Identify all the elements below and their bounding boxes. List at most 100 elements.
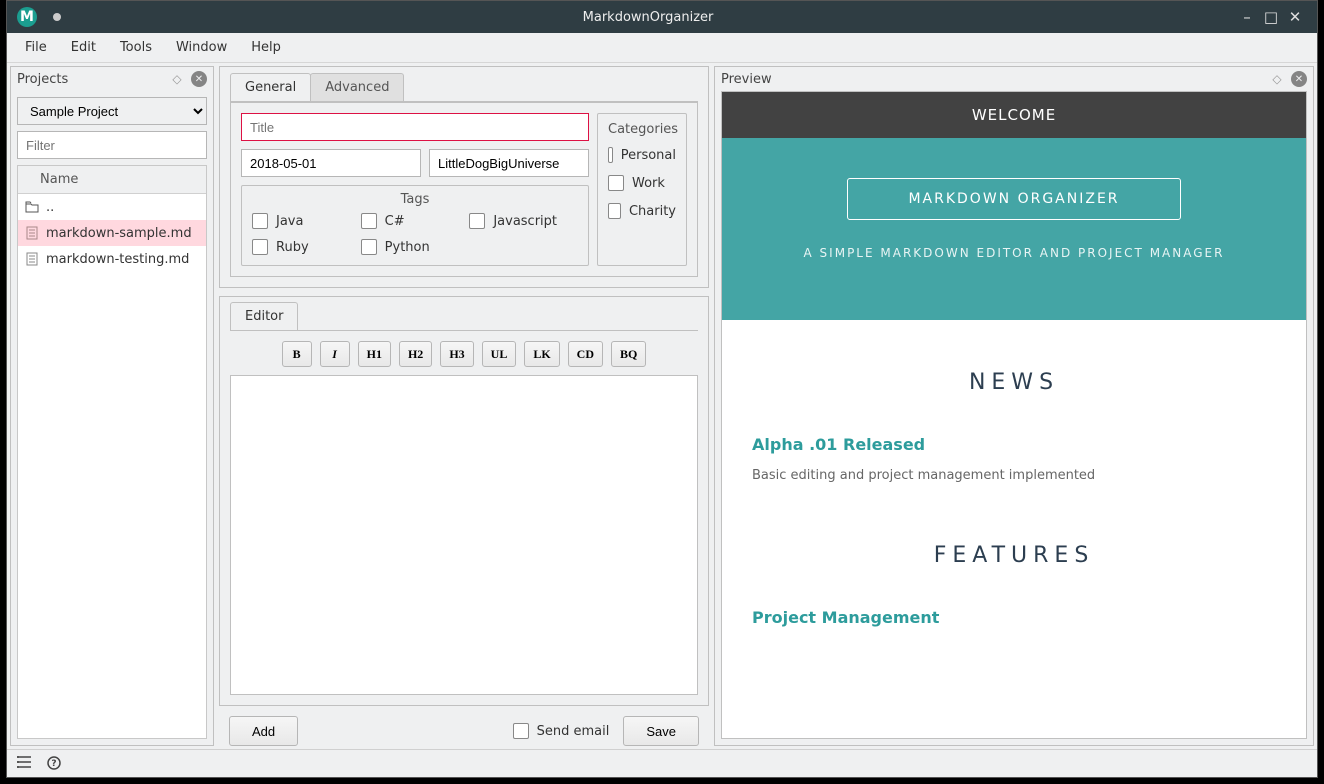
close-window-button[interactable]: ✕	[1283, 8, 1307, 26]
tag-label: Javascript	[493, 214, 557, 229]
editor-toolbar: B I H1 H2 H3 UL LK CD BQ	[230, 331, 698, 375]
editor-section: Editor B I H1 H2 H3 UL LK CD BQ	[219, 296, 709, 706]
tab-editor[interactable]: Editor	[230, 302, 298, 330]
maximize-button[interactable]: □	[1259, 8, 1283, 26]
file-table: Name .. markdown-sample.md	[17, 165, 207, 739]
preview-panel-header: Preview ◇ ✕	[715, 67, 1313, 91]
table-row[interactable]: markdown-testing.md	[18, 246, 206, 272]
preview-panel: Preview ◇ ✕ WELCOME MARKDOWN ORGANIZER A…	[714, 66, 1314, 746]
menu-edit[interactable]: Edit	[61, 36, 106, 59]
categories-fieldset: Categories Personal Work Charity	[597, 113, 687, 266]
categories-legend: Categories	[608, 122, 676, 137]
menu-window[interactable]: Window	[166, 36, 237, 59]
titlebar: M MarkdownOrganizer – □ ✕	[7, 1, 1317, 33]
tag-label: Java	[276, 214, 303, 229]
menu-help[interactable]: Help	[241, 36, 291, 59]
menu-tools[interactable]: Tools	[110, 36, 162, 59]
category-charity-checkbox[interactable]: Charity	[608, 203, 676, 219]
category-work-checkbox[interactable]: Work	[608, 175, 676, 191]
h3-button[interactable]: H3	[440, 341, 473, 367]
main-area: Projects ◇ ✕ Sample Project Name	[7, 63, 1317, 749]
close-panel-button[interactable]: ✕	[191, 71, 207, 87]
preview-features-section: FEATURES Project Management	[722, 493, 1306, 651]
bold-button[interactable]: B	[282, 341, 312, 367]
send-email-label: Send email	[537, 724, 610, 739]
hero-subtitle: A SIMPLE MARKDOWN EDITOR AND PROJECT MAN…	[722, 246, 1306, 260]
save-button[interactable]: Save	[623, 716, 699, 746]
features-heading: FEATURES	[752, 543, 1276, 568]
status-bar: ?	[7, 749, 1317, 777]
category-label: Work	[632, 176, 665, 191]
window-title: MarkdownOrganizer	[61, 10, 1235, 25]
code-button[interactable]: CD	[568, 341, 603, 367]
tag-label: Python	[385, 240, 430, 255]
author-input[interactable]	[429, 149, 589, 177]
file-name: ..	[46, 200, 54, 215]
menubar: File Edit Tools Window Help	[7, 33, 1317, 63]
file-name: markdown-testing.md	[46, 252, 189, 267]
category-label: Charity	[629, 204, 676, 219]
preview-welcome: WELCOME	[722, 92, 1306, 138]
h1-button[interactable]: H1	[358, 341, 391, 367]
category-personal-checkbox[interactable]: Personal	[608, 147, 676, 163]
app-icon: M	[17, 7, 37, 27]
preview-body: WELCOME MARKDOWN ORGANIZER A SIMPLE MARK…	[721, 91, 1307, 739]
preview-hero: MARKDOWN ORGANIZER A SIMPLE MARKDOWN EDI…	[722, 138, 1306, 320]
news-item-body: Basic editing and project management imp…	[752, 468, 1276, 483]
project-select[interactable]: Sample Project	[17, 97, 207, 125]
file-name: markdown-sample.md	[46, 226, 192, 241]
undock-icon[interactable]: ◇	[169, 71, 185, 87]
menu-file[interactable]: File	[15, 36, 57, 59]
add-button[interactable]: Add	[229, 716, 298, 746]
tags-legend: Tags	[252, 192, 578, 207]
app-window: M MarkdownOrganizer – □ ✕ File Edit Tool…	[6, 0, 1318, 778]
filter-input[interactable]	[17, 131, 207, 159]
table-row[interactable]: markdown-sample.md	[18, 220, 206, 246]
tab-advanced[interactable]: Advanced	[310, 73, 404, 101]
document-icon	[24, 225, 40, 241]
ul-button[interactable]: UL	[482, 341, 517, 367]
date-input[interactable]	[241, 149, 421, 177]
tag-javascript-checkbox[interactable]: Javascript	[469, 213, 578, 229]
minimize-button[interactable]: –	[1235, 8, 1259, 26]
modified-dot-icon	[53, 13, 61, 21]
general-tabpane: Tags Java C# Javascript Ruby Python	[230, 102, 698, 277]
preview-news-section: NEWS Alpha .01 Released Basic editing an…	[722, 320, 1306, 493]
h2-button[interactable]: H2	[399, 341, 432, 367]
title-input[interactable]	[241, 113, 589, 141]
italic-button[interactable]: I	[320, 341, 350, 367]
tag-label: C#	[385, 214, 405, 229]
list-icon[interactable]	[17, 756, 33, 772]
svg-text:?: ?	[51, 759, 56, 769]
blockquote-button[interactable]: BQ	[611, 341, 646, 367]
file-table-header: Name	[18, 166, 206, 194]
form-tabs: General Advanced	[230, 73, 698, 102]
send-email-checkbox[interactable]: Send email	[513, 723, 610, 739]
folder-up-icon	[24, 199, 40, 215]
hero-title: MARKDOWN ORGANIZER	[847, 178, 1180, 220]
editor-textarea[interactable]	[230, 375, 698, 695]
close-panel-button[interactable]: ✕	[1291, 71, 1307, 87]
table-row[interactable]: ..	[18, 194, 206, 220]
tag-csharp-checkbox[interactable]: C#	[361, 213, 470, 229]
document-icon	[24, 251, 40, 267]
tag-ruby-checkbox[interactable]: Ruby	[252, 239, 361, 255]
tab-general[interactable]: General	[230, 73, 311, 101]
center-panel: General Advanced	[219, 66, 709, 746]
link-button[interactable]: LK	[524, 341, 559, 367]
preview-scroll[interactable]: WELCOME MARKDOWN ORGANIZER A SIMPLE MARK…	[722, 92, 1306, 738]
preview-panel-title: Preview	[721, 72, 772, 87]
news-heading: NEWS	[752, 370, 1276, 395]
help-icon[interactable]: ?	[47, 756, 63, 772]
bottom-bar: Add Send email Save	[219, 706, 709, 746]
category-label: Personal	[621, 148, 676, 163]
projects-panel-header: Projects ◇ ✕	[11, 67, 213, 91]
projects-panel: Projects ◇ ✕ Sample Project Name	[10, 66, 214, 746]
projects-panel-title: Projects	[17, 72, 68, 87]
tag-python-checkbox[interactable]: Python	[361, 239, 470, 255]
features-item-title: Project Management	[752, 608, 1276, 627]
tag-java-checkbox[interactable]: Java	[252, 213, 361, 229]
news-item-title: Alpha .01 Released	[752, 435, 1276, 454]
undock-icon[interactable]: ◇	[1269, 71, 1285, 87]
tags-fieldset: Tags Java C# Javascript Ruby Python	[241, 185, 589, 266]
